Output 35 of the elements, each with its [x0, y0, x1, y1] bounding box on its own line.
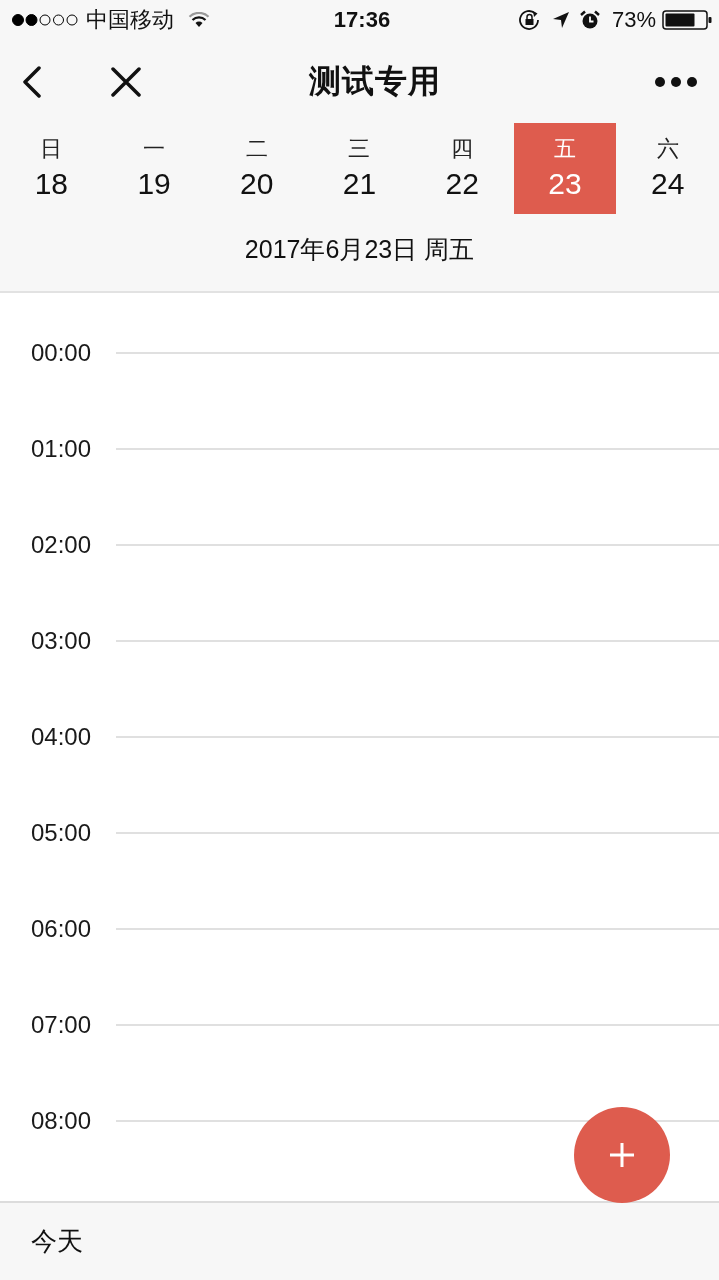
- day-tab[interactable]: 四 22: [410, 123, 514, 214]
- day-tab[interactable]: 三 21: [308, 123, 411, 214]
- hour-label: 00:00: [31, 339, 93, 367]
- signal-icon: [12, 14, 78, 26]
- day-tab[interactable]: 日 18: [0, 123, 103, 214]
- day-tab[interactable]: 六 24: [616, 123, 719, 214]
- close-button[interactable]: [110, 65, 142, 98]
- location-arrow-icon: [551, 11, 570, 29]
- more-dots-icon: [655, 76, 697, 87]
- battery-percentage: 73%: [611, 7, 656, 33]
- hour-label: 02:00: [31, 531, 93, 559]
- wifi-icon: [188, 12, 210, 28]
- day-tab[interactable]: 五 23: [513, 123, 617, 214]
- close-icon: [111, 66, 141, 97]
- carrier-name: 中国移动: [86, 6, 174, 34]
- hour-label: 04:00: [31, 723, 93, 751]
- hour-label: 08:00: [31, 1107, 93, 1135]
- page-title: 测试专用: [307, 61, 442, 101]
- day-tab[interactable]: 二 20: [205, 123, 309, 214]
- plus-icon: [609, 1142, 635, 1168]
- today-button[interactable]: 今天: [31, 1224, 83, 1259]
- hour-label: 07:00: [31, 1011, 93, 1039]
- hour-label: 01:00: [31, 435, 93, 463]
- status-time: 17:36: [333, 7, 391, 33]
- alarm-clock-icon: [579, 10, 600, 30]
- day-tab[interactable]: 一 19: [102, 123, 206, 214]
- selected-date: 2017年6月23日 周五: [244, 234, 475, 265]
- hour-label: 05:00: [31, 819, 93, 847]
- hour-label: 03:00: [31, 627, 93, 655]
- hour-label: 06:00: [31, 915, 93, 943]
- back-chevron-icon: [22, 65, 42, 98]
- back-button[interactable]: [20, 64, 44, 99]
- rotation-lock-icon: [517, 9, 542, 31]
- more-button[interactable]: [655, 75, 697, 88]
- battery-icon: [662, 10, 712, 30]
